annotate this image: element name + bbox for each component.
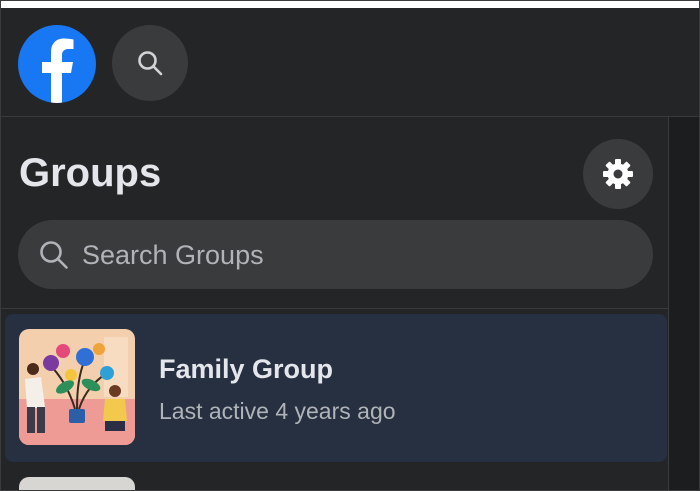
divider bbox=[1, 308, 668, 309]
search-icon bbox=[40, 241, 68, 269]
facebook-logo-icon[interactable] bbox=[18, 25, 96, 103]
group-list-item[interactable]: Family Group Last active 4 years ago bbox=[5, 314, 667, 462]
scrollbar-track[interactable] bbox=[668, 117, 699, 490]
page-title: Groups bbox=[19, 151, 162, 195]
settings-button[interactable] bbox=[583, 139, 653, 209]
group-name: Family Group bbox=[159, 354, 334, 384]
search-button[interactable] bbox=[112, 25, 188, 101]
top-bar bbox=[1, 8, 699, 117]
group-thumbnail bbox=[19, 329, 135, 445]
group-last-active: Last active 4 years ago bbox=[159, 398, 396, 424]
top-edge bbox=[1, 1, 699, 8]
next-group-thumbnail[interactable] bbox=[19, 477, 135, 490]
gear-icon bbox=[603, 159, 633, 189]
search-groups-input[interactable] bbox=[80, 220, 634, 291]
search-icon bbox=[138, 51, 163, 76]
group-illustration bbox=[19, 329, 135, 445]
search-groups-field[interactable] bbox=[18, 220, 653, 291]
app-window: Groups Search Groups Family Group Last a… bbox=[0, 0, 700, 491]
